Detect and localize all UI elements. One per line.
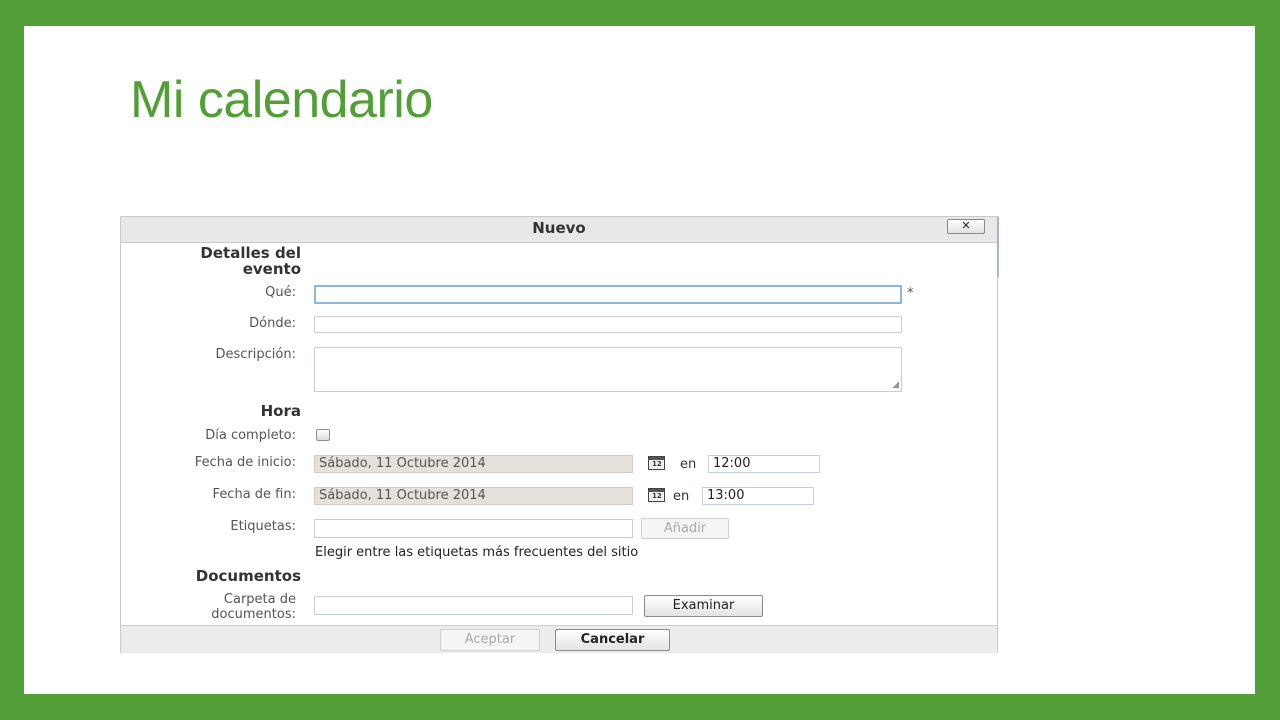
examinar-button[interactable]: Examinar <box>644 595 763 617</box>
anadir-button[interactable]: Añadir <box>641 518 729 539</box>
slide: Mi calendario Nuevo ✕ Detalles del event… <box>24 26 1255 694</box>
fecha-fin-label: Fecha de fin: <box>212 487 296 502</box>
calendar-icon[interactable]: 12 <box>648 488 665 502</box>
etiquetas-label: Etiquetas: <box>230 519 296 534</box>
calendar-icon[interactable]: 12 <box>648 456 665 470</box>
dia-completo-checkbox[interactable] <box>316 429 330 441</box>
cancelar-button[interactable]: Cancelar <box>555 629 670 651</box>
en-label: en <box>680 457 697 472</box>
resize-grip-icon[interactable]: ◢ <box>892 380 899 390</box>
dialog-header: Nuevo ✕ <box>121 217 997 243</box>
dialog-scroll-edge <box>997 217 999 277</box>
hora-fin-input[interactable]: 13:00 <box>702 487 814 505</box>
close-button[interactable]: ✕ <box>947 219 985 234</box>
que-input[interactable] <box>314 285 902 304</box>
descripcion-textarea[interactable]: ◢ <box>314 347 902 392</box>
donde-label: Dónde: <box>249 316 296 331</box>
dia-completo-label: Día completo: <box>205 428 296 443</box>
carpeta-input[interactable] <box>314 596 633 615</box>
etiquetas-input[interactable] <box>314 519 633 538</box>
hora-inicio-input[interactable]: 12:00 <box>708 455 820 473</box>
carpeta-label: Carpeta de documentos: <box>211 592 296 622</box>
section-documents: Documentos <box>195 567 301 585</box>
slide-title: Mi calendario <box>130 71 433 129</box>
required-star: * <box>907 286 914 301</box>
dialog-body: Detalles del evento Qué: * Dónde: Descri… <box>121 243 997 625</box>
fecha-inicio-date: Sábado, 11 Octubre 2014 <box>314 455 633 473</box>
dialog-title: Nuevo <box>532 219 586 237</box>
fecha-fin-date: Sábado, 11 Octubre 2014 <box>314 487 633 505</box>
descripcion-label: Descripción: <box>215 347 296 362</box>
en-label: en <box>673 489 690 504</box>
section-time: Hora <box>260 402 301 420</box>
etiquetas-help-link[interactable]: Elegir entre las etiquetas más frecuente… <box>315 545 638 560</box>
donde-input[interactable] <box>314 316 902 333</box>
close-icon: ✕ <box>961 219 971 232</box>
section-event-details: Detalles del evento <box>200 244 301 278</box>
new-event-dialog: Nuevo ✕ Detalles del evento Qué: * Dónde… <box>120 216 999 653</box>
que-label: Qué: <box>265 285 296 300</box>
dialog-footer: Aceptar Cancelar <box>121 625 997 653</box>
fecha-inicio-label: Fecha de inicio: <box>194 455 296 470</box>
aceptar-button[interactable]: Aceptar <box>440 629 540 651</box>
